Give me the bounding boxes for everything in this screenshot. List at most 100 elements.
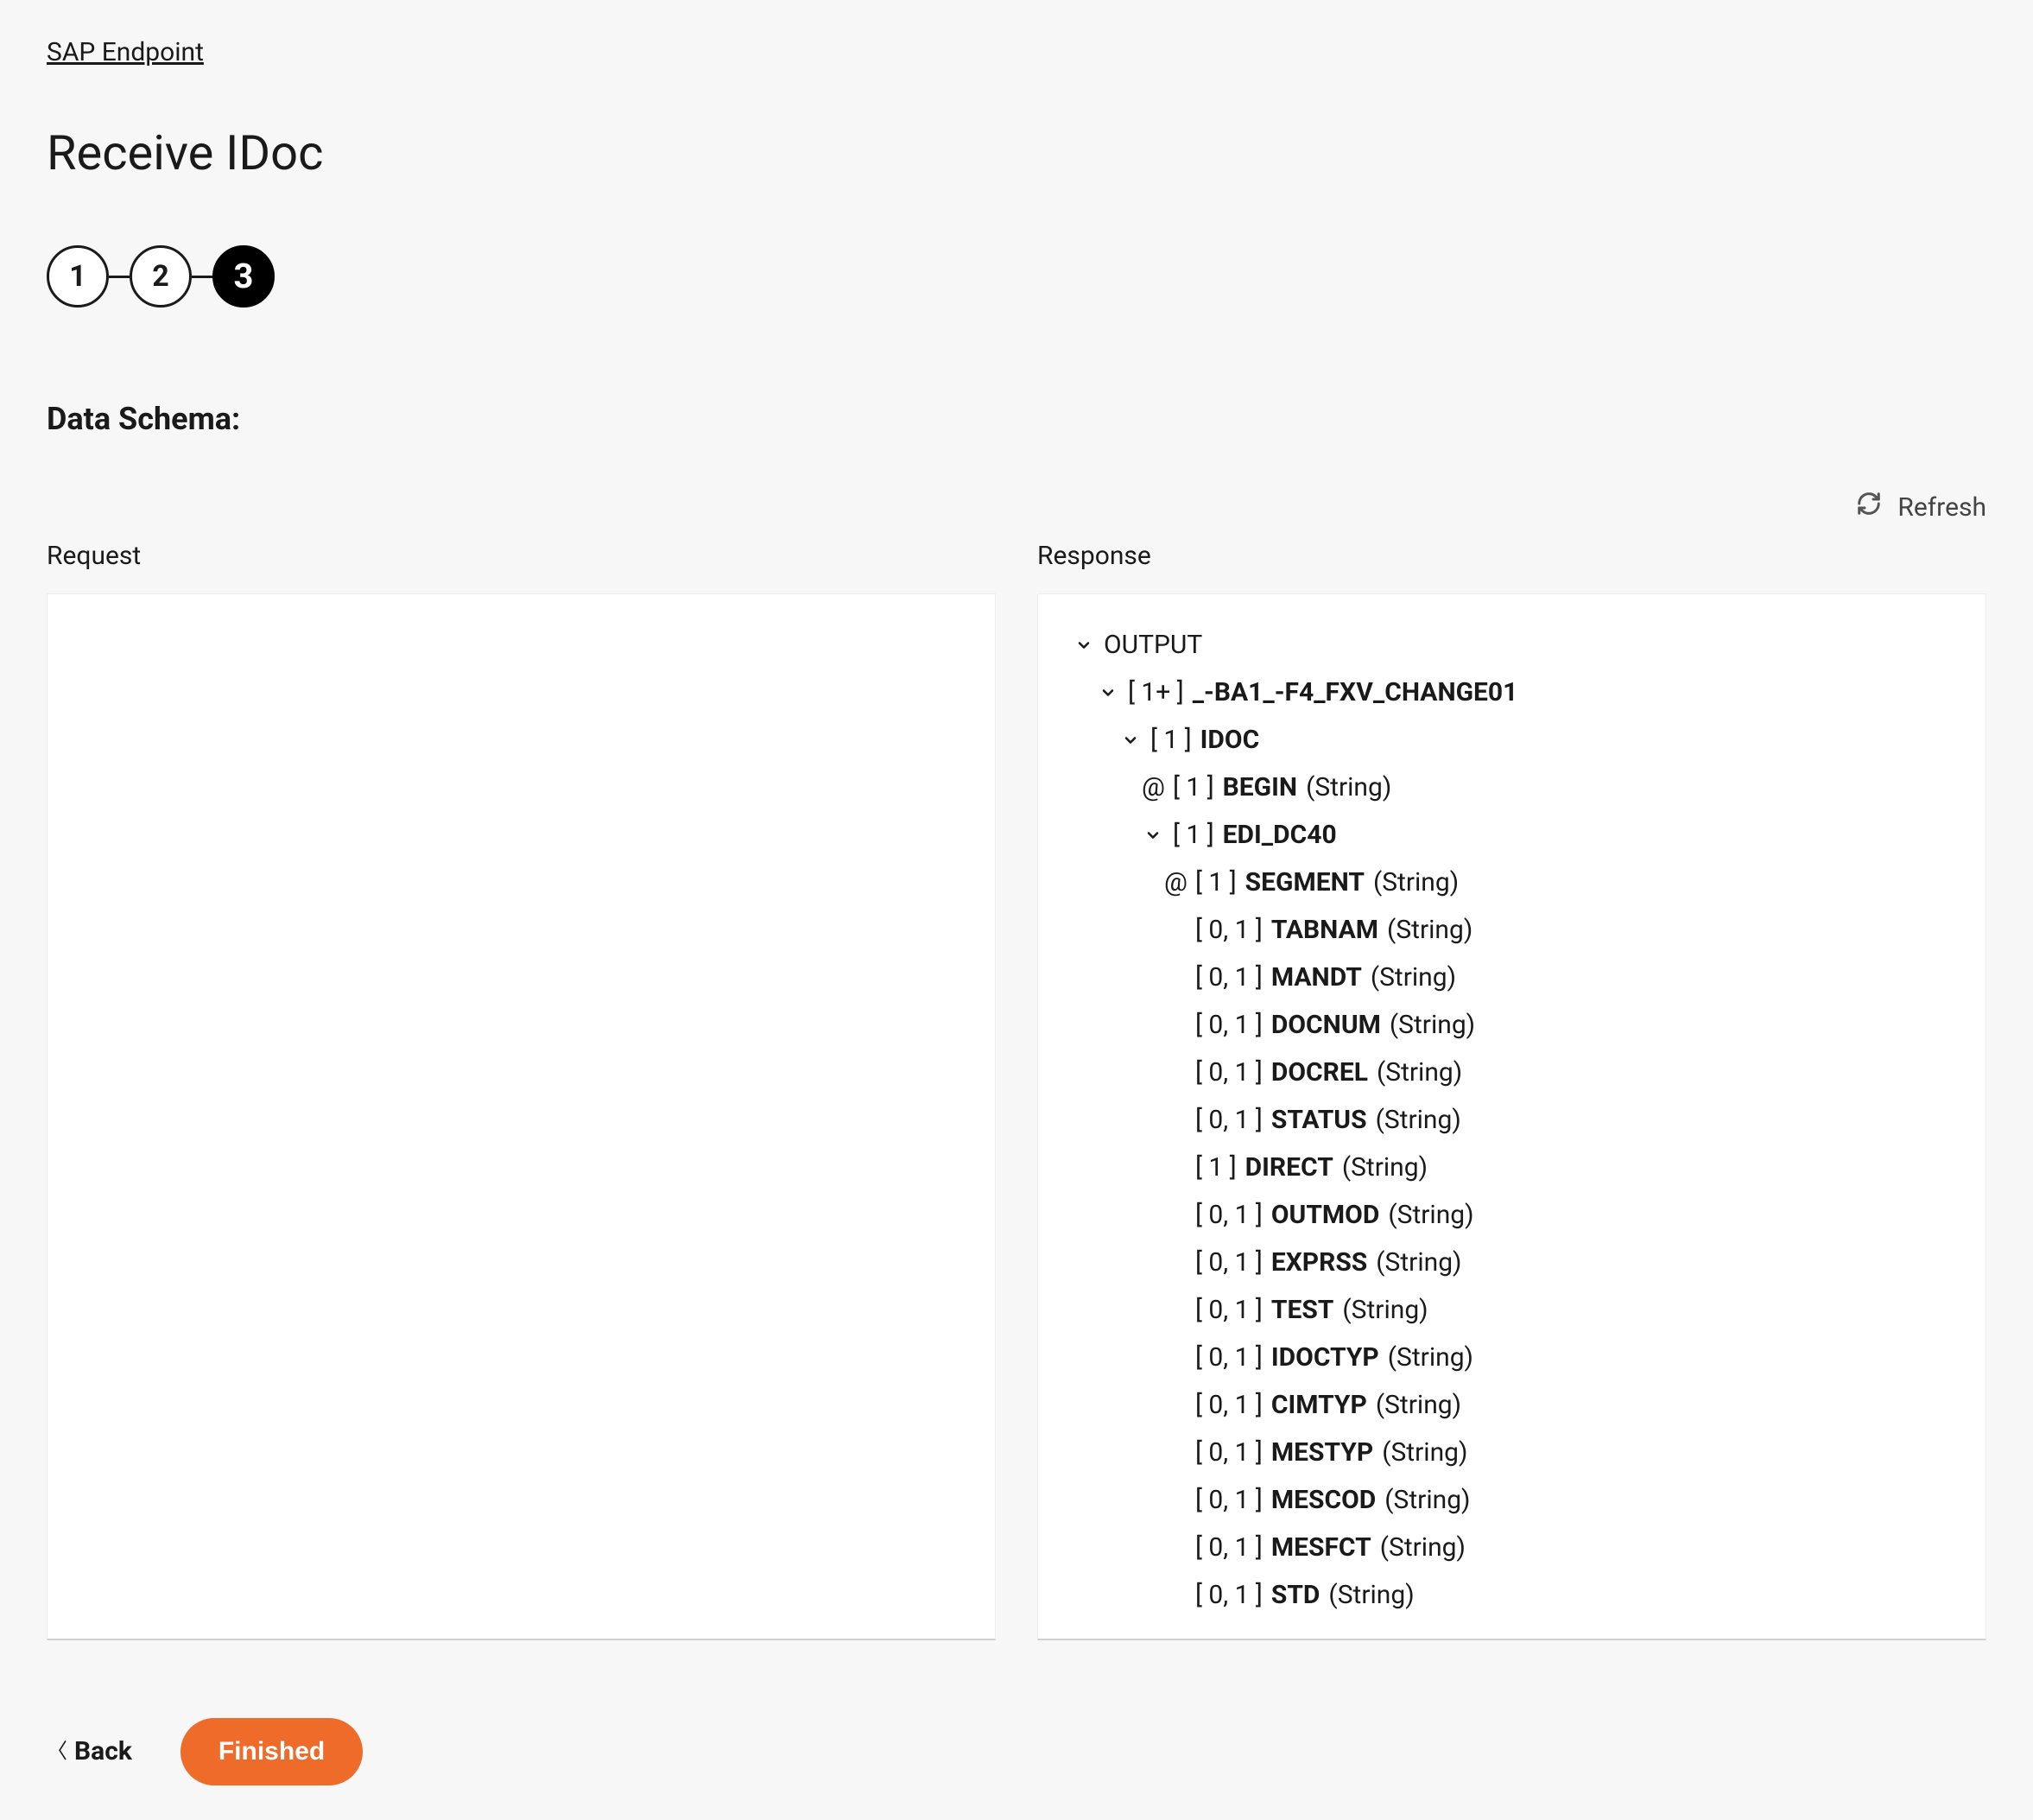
node-type: (String) bbox=[1376, 1245, 1461, 1281]
node-name: EXPRSS bbox=[1271, 1245, 1367, 1281]
tree-node-idoc[interactable]: [ 1 ] IDOC bbox=[1069, 717, 1954, 764]
cardinality: [ 0, 1 ] bbox=[1195, 1055, 1263, 1091]
cardinality: [ 0, 1 ] bbox=[1195, 1197, 1263, 1233]
back-button[interactable]: 〈 Back bbox=[47, 1734, 132, 1770]
refresh-button[interactable]: Refresh bbox=[47, 490, 1986, 526]
cardinality: [ 0, 1 ] bbox=[1195, 1530, 1263, 1566]
cardinality: [ 1+ ] bbox=[1128, 675, 1184, 711]
attribute-icon: @ bbox=[1164, 865, 1187, 901]
step-connector bbox=[192, 276, 212, 278]
step-2[interactable]: 2 bbox=[130, 245, 192, 308]
node-name: TEST bbox=[1271, 1292, 1334, 1329]
tree-leaf[interactable]: [ 0, 1 ]MESFCT(String) bbox=[1069, 1525, 1954, 1572]
node-type: (String) bbox=[1373, 865, 1459, 901]
cardinality: [ 0, 1 ] bbox=[1195, 1245, 1263, 1281]
node-name: MANDT bbox=[1271, 960, 1362, 996]
node-name: _-BA1_-F4_FXV_CHANGE01 bbox=[1193, 675, 1518, 711]
tree-leaf[interactable]: [ 0, 1 ]STD(String) bbox=[1069, 1572, 1954, 1620]
tree-leaf[interactable]: [ 0, 1 ]STATUS(String) bbox=[1069, 1097, 1954, 1145]
response-header: Response bbox=[1037, 538, 1986, 574]
response-panel: OUTPUT [ 1+ ] _-BA1_-F4_FXV_CHANGE01 [ 1… bbox=[1037, 593, 1986, 1640]
cardinality: [ 1 ] bbox=[1195, 1150, 1237, 1186]
node-type: (String) bbox=[1377, 1055, 1462, 1091]
tree-leaf[interactable]: [ 0, 1 ]DOCNUM(String) bbox=[1069, 1002, 1954, 1050]
tree-leaf[interactable]: [ 0, 1 ]EXPRSS(String) bbox=[1069, 1240, 1954, 1287]
cardinality: [ 1 ] bbox=[1150, 722, 1192, 758]
node-name: DIRECT bbox=[1245, 1150, 1333, 1186]
node-name: DOCREL bbox=[1271, 1055, 1368, 1091]
tree-leaf[interactable]: [ 0, 1 ]DOCREL(String) bbox=[1069, 1050, 1954, 1097]
step-connector bbox=[109, 276, 130, 278]
node-name: IDOCTYP bbox=[1271, 1340, 1379, 1376]
tree-leaf-begin[interactable]: @ [ 1 ] BEGIN (String) bbox=[1069, 764, 1954, 812]
node-type: (String) bbox=[1328, 1577, 1414, 1614]
node-type: (String) bbox=[1342, 1292, 1428, 1329]
tree-leaf[interactable]: [ 0, 1 ]TEST(String) bbox=[1069, 1287, 1954, 1335]
chevron-down-icon bbox=[1119, 732, 1142, 749]
node-type: (String) bbox=[1342, 1150, 1428, 1186]
tree-node-level1[interactable]: [ 1+ ] _-BA1_-F4_FXV_CHANGE01 bbox=[1069, 669, 1954, 717]
node-name: STD bbox=[1271, 1577, 1320, 1614]
back-label: Back bbox=[74, 1734, 132, 1770]
step-1[interactable]: 1 bbox=[47, 245, 109, 308]
node-type: (String) bbox=[1382, 1435, 1467, 1471]
node-type: (String) bbox=[1387, 912, 1472, 948]
cardinality: [ 1 ] bbox=[1173, 770, 1214, 806]
node-type: (String) bbox=[1380, 1530, 1466, 1566]
node-type: (String) bbox=[1306, 770, 1391, 806]
tree-leaf[interactable]: [ 0, 1 ]MESTYP(String) bbox=[1069, 1430, 1954, 1477]
cardinality: [ 0, 1 ] bbox=[1195, 1292, 1263, 1329]
node-type: (String) bbox=[1390, 1007, 1475, 1043]
node-type: (String) bbox=[1388, 1197, 1473, 1233]
breadcrumb[interactable]: SAP Endpoint bbox=[47, 35, 204, 71]
step-3[interactable]: 3 bbox=[212, 245, 275, 308]
node-name: SEGMENT bbox=[1245, 865, 1365, 901]
chevron-left-icon: 〈 bbox=[47, 1737, 67, 1766]
page-title: Receive IDoc bbox=[47, 119, 1986, 187]
request-panel bbox=[47, 593, 996, 1640]
tree-leaf[interactable]: [ 0, 1 ]CIMTYP(String) bbox=[1069, 1382, 1954, 1430]
tree-leaf[interactable]: [ 0, 1 ]MESCOD(String) bbox=[1069, 1477, 1954, 1525]
cardinality: [ 1 ] bbox=[1195, 865, 1237, 901]
tree-leaf[interactable]: [ 0, 1 ]IDOCTYP(String) bbox=[1069, 1335, 1954, 1382]
cardinality: [ 0, 1 ] bbox=[1195, 1482, 1263, 1519]
cardinality: [ 1 ] bbox=[1173, 817, 1214, 853]
cardinality: [ 0, 1 ] bbox=[1195, 960, 1263, 996]
tree-node-edi-dc40[interactable]: [ 1 ] EDI_DC40 bbox=[1069, 812, 1954, 859]
finished-button[interactable]: Finished bbox=[180, 1718, 363, 1785]
node-name: STATUS bbox=[1271, 1102, 1367, 1138]
cardinality: [ 0, 1 ] bbox=[1195, 1577, 1263, 1614]
refresh-icon bbox=[1856, 491, 1882, 525]
cardinality: [ 0, 1 ] bbox=[1195, 1007, 1263, 1043]
node-type: (String) bbox=[1376, 1102, 1461, 1138]
node-name: BEGIN bbox=[1223, 770, 1297, 806]
attribute-icon: @ bbox=[1142, 770, 1164, 806]
tree-label: OUTPUT bbox=[1104, 627, 1202, 663]
node-name: CIMTYP bbox=[1271, 1387, 1367, 1424]
node-name: DOCNUM bbox=[1271, 1007, 1381, 1043]
node-name: OUTMOD bbox=[1271, 1197, 1380, 1233]
request-header: Request bbox=[47, 538, 996, 574]
refresh-label: Refresh bbox=[1897, 490, 1986, 526]
chevron-down-icon bbox=[1097, 684, 1119, 701]
node-name: MESTYP bbox=[1271, 1435, 1373, 1471]
cardinality: [ 0, 1 ] bbox=[1195, 1340, 1263, 1376]
node-type: (String) bbox=[1376, 1387, 1461, 1424]
cardinality: [ 0, 1 ] bbox=[1195, 1435, 1263, 1471]
node-type: (String) bbox=[1388, 1340, 1473, 1376]
tree-leaf[interactable]: @[ 1 ]SEGMENT(String) bbox=[1069, 859, 1954, 907]
stepper: 1 2 3 bbox=[47, 245, 1986, 308]
tree-node-output[interactable]: OUTPUT bbox=[1069, 622, 1954, 669]
chevron-down-icon bbox=[1142, 827, 1164, 844]
tree-leaf[interactable]: [ 0, 1 ]MANDT(String) bbox=[1069, 954, 1954, 1002]
node-type: (String) bbox=[1384, 1482, 1470, 1519]
node-name: IDOC bbox=[1200, 722, 1260, 758]
node-name: MESFCT bbox=[1271, 1530, 1371, 1566]
cardinality: [ 0, 1 ] bbox=[1195, 1387, 1263, 1424]
tree-leaf[interactable]: [ 0, 1 ]TABNAM(String) bbox=[1069, 907, 1954, 954]
tree-leaf[interactable]: [ 0, 1 ]OUTMOD(String) bbox=[1069, 1192, 1954, 1240]
node-name: TABNAM bbox=[1271, 912, 1378, 948]
tree-leaf[interactable]: [ 1 ]DIRECT(String) bbox=[1069, 1145, 1954, 1192]
node-type: (String) bbox=[1371, 960, 1456, 996]
cardinality: [ 0, 1 ] bbox=[1195, 1102, 1263, 1138]
